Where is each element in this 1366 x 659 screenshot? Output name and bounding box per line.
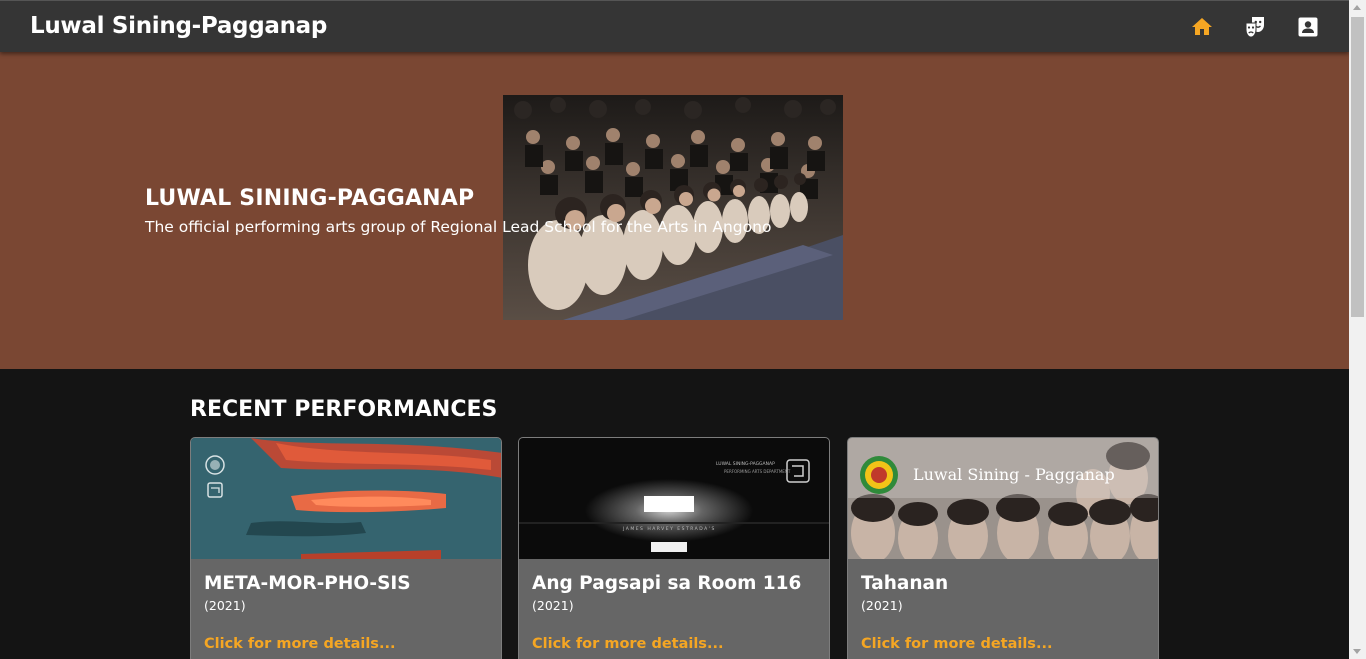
scroll-down-arrow-icon[interactable] xyxy=(1353,649,1361,654)
performance-poster: LUWAL SINING-PAGGANAP PERFORMING ARTS DE… xyxy=(519,438,829,559)
poster-banner: Luwal Sining - Pagganap xyxy=(913,465,1115,484)
performance-card[interactable]: LUWAL SINING-PAGGANAP PERFORMING ARTS DE… xyxy=(518,437,830,659)
hero-subtitle: The official performing arts group of Re… xyxy=(145,218,772,236)
scroll-up-arrow-icon[interactable] xyxy=(1353,5,1361,10)
performance-poster: Luwal Sining - Pagganap xyxy=(848,438,1158,559)
recent-performances-heading: RECENT PERFORMANCES xyxy=(190,397,498,422)
performance-year: (2021) xyxy=(204,598,246,613)
scroll-thumb[interactable] xyxy=(1351,17,1364,317)
hero-title: LUWAL SINING-PAGGANAP xyxy=(145,186,475,211)
performance-card[interactable]: META-MOR-PHO-SIS (2021) Click for more d… xyxy=(190,437,502,659)
brand-title[interactable]: Luwal Sining-Pagganap xyxy=(30,13,327,39)
performance-title: Tahanan xyxy=(861,573,949,594)
top-navbar: Luwal Sining-Pagganap xyxy=(0,0,1349,52)
performance-card[interactable]: Luwal Sining - Pagganap Tahanan (2021) C… xyxy=(847,437,1159,659)
hero-photo xyxy=(503,95,843,320)
performance-title: META-MOR-PHO-SIS xyxy=(204,573,411,594)
more-details-link[interactable]: Click for more details... xyxy=(861,636,1052,652)
hero-banner: LUWAL SINING-PAGGANAP The official perfo… xyxy=(0,52,1349,369)
performance-title: Ang Pagsapi sa Room 116 xyxy=(532,573,802,594)
poster-small-text: LUWAL SINING-PAGGANAP xyxy=(716,461,775,467)
home-icon[interactable] xyxy=(1190,15,1214,39)
contact-card-icon[interactable] xyxy=(1296,15,1320,39)
performance-year: (2021) xyxy=(861,598,903,613)
more-details-link[interactable]: Click for more details... xyxy=(204,636,395,652)
more-details-link[interactable]: Click for more details... xyxy=(532,636,723,652)
page: Luwal Sining-Pagganap LUWAL SINING-PAGGA… xyxy=(0,0,1349,659)
poster-credit: JAMES HARVEY ESTRADA'S xyxy=(622,526,716,532)
vertical-scrollbar[interactable] xyxy=(1349,0,1366,659)
performance-year: (2021) xyxy=(532,598,574,613)
performance-poster xyxy=(191,438,501,559)
poster-small-text-2: PERFORMING ARTS DEPARTMENT xyxy=(724,469,791,474)
theater-masks-icon[interactable] xyxy=(1243,15,1267,39)
